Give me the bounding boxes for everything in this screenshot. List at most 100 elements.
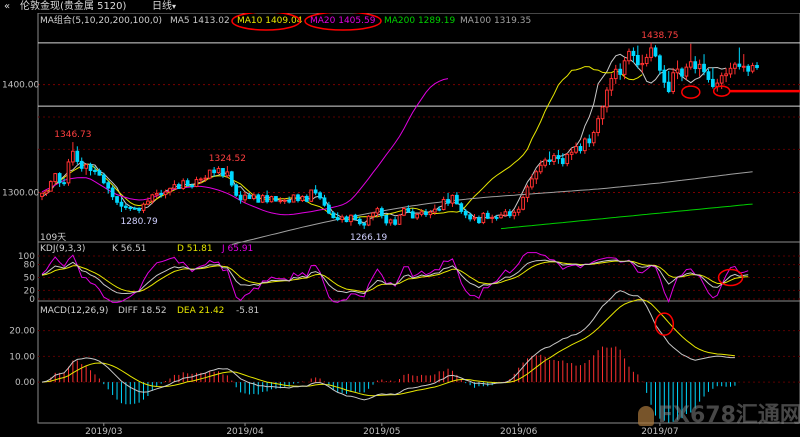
- candle-body: [168, 187, 172, 193]
- candle-body: [627, 50, 631, 62]
- candle-body: [318, 192, 322, 199]
- series-line-ma5: [41, 53, 727, 224]
- candle-body: [185, 180, 190, 187]
- candle-body: [530, 178, 534, 188]
- candle-body: [265, 195, 269, 203]
- candle-body: [353, 214, 358, 220]
- candle-body: [591, 131, 596, 144]
- candle-body: [216, 168, 221, 174]
- stock-chart[interactable]: 1400.00 1300.00 1346.73 1280.79 1324.52 1266.…: [0, 13, 800, 437]
- candle-body: [362, 223, 367, 226]
- candle-body: [300, 195, 305, 202]
- candle-body: [282, 199, 287, 202]
- candle-body: [737, 63, 742, 67]
- candle-body: [207, 169, 212, 179]
- macd-value-label: -5.81: [236, 306, 259, 316]
- candle-body: [644, 56, 649, 64]
- y-tick-label: 1400.00: [2, 81, 39, 91]
- y-tick-label: 50: [24, 274, 36, 284]
- days-count-label: 109天: [40, 233, 66, 243]
- kdj-value-label: K 56.51: [112, 244, 147, 254]
- candle-body: [146, 200, 150, 205]
- back-arrows-icon[interactable]: «: [4, 0, 10, 13]
- candle-body: [181, 180, 186, 189]
- candle-body: [609, 78, 614, 91]
- candle-body: [123, 205, 128, 208]
- candle-body: [428, 211, 433, 216]
- y-tick-label: 0: [29, 295, 35, 305]
- price-extreme-label: 1266.19: [350, 233, 387, 243]
- chart-toolbar: « 伦敦金现(贵金属 5120) 日线 ▾: [0, 0, 800, 13]
- candle-body: [269, 196, 274, 203]
- candle-body: [203, 177, 208, 180]
- candle-body: [755, 65, 759, 68]
- candle-body: [150, 194, 155, 202]
- candle-body: [132, 207, 137, 210]
- chevron-down-icon: ▾: [172, 2, 177, 11]
- candle-body: [406, 208, 411, 213]
- candle-body: [397, 214, 402, 225]
- candle-body: [137, 207, 141, 211]
- candle-body: [304, 195, 309, 202]
- kdj-j-line: [41, 252, 749, 304]
- candle-body: [115, 196, 119, 203]
- candle-body: [671, 72, 676, 93]
- candle-body: [662, 69, 667, 83]
- candle-body: [516, 208, 521, 213]
- symbol-title[interactable]: 伦敦金现(贵金属 5120): [20, 0, 126, 13]
- candle-body: [44, 190, 49, 194]
- candle-body: [503, 211, 508, 216]
- candle-body: [675, 68, 680, 74]
- candle-body: [437, 208, 442, 211]
- period-label: 日线: [152, 1, 172, 12]
- candle-body: [538, 164, 543, 173]
- ma-value-label: MA10 1409.04: [237, 16, 303, 26]
- candle-body: [578, 146, 583, 152]
- candle-body: [128, 206, 133, 209]
- kdj-panel: KDJ(9,3,3) K 56.51 D 51.81 J 65.91100805020…: [18, 244, 800, 305]
- candle-body: [53, 173, 58, 183]
- period-selector[interactable]: 日线 ▾: [152, 0, 176, 13]
- candle-body: [485, 212, 490, 219]
- candle-body: [666, 81, 671, 93]
- candle-body: [728, 67, 733, 75]
- candle-body: [693, 61, 698, 70]
- price-extreme-label: 1438.75: [641, 31, 678, 41]
- candle-body: [622, 60, 627, 75]
- candle-body: [375, 208, 380, 214]
- price-panel: 1400.00 1300.00 1346.73 1280.79 1324.52 1266.…: [2, 14, 800, 245]
- annotation-ellipse: [681, 85, 701, 99]
- candle-body: [110, 187, 115, 198]
- candle-body: [525, 186, 530, 198]
- candle-body: [565, 153, 570, 165]
- candle-body: [79, 160, 84, 169]
- candle-body: [402, 208, 406, 216]
- macd-value-label: DIFF 18.52: [118, 306, 167, 316]
- ma-value-label: MA200 1289.19: [384, 16, 455, 26]
- candle-body: [393, 219, 397, 225]
- candle-body: [194, 179, 199, 188]
- candle-body: [335, 217, 340, 221]
- candle-body: [119, 201, 124, 207]
- candle-body: [605, 89, 609, 108]
- candle-body: [507, 211, 512, 217]
- candle-body: [468, 214, 472, 220]
- candle-body: [459, 203, 464, 212]
- candle-body: [247, 194, 252, 200]
- candle-body: [291, 194, 296, 203]
- candle-body: [234, 184, 239, 196]
- candle-body: [419, 211, 424, 215]
- series-line-ma10: [41, 66, 643, 220]
- candle-body: [746, 65, 751, 72]
- candle-body: [640, 62, 645, 66]
- candle-body: [596, 118, 600, 133]
- watermark-logo-icon: [638, 406, 654, 426]
- candle-body: [154, 192, 159, 196]
- candle-body: [388, 219, 393, 224]
- candle-body: [618, 68, 623, 75]
- candle-body: [574, 146, 578, 153]
- candle-body: [229, 171, 234, 186]
- ma-value-label: MA5 1413.02: [170, 16, 230, 26]
- x-tick-label: 2019/04: [226, 427, 264, 437]
- candle-body: [441, 198, 446, 211]
